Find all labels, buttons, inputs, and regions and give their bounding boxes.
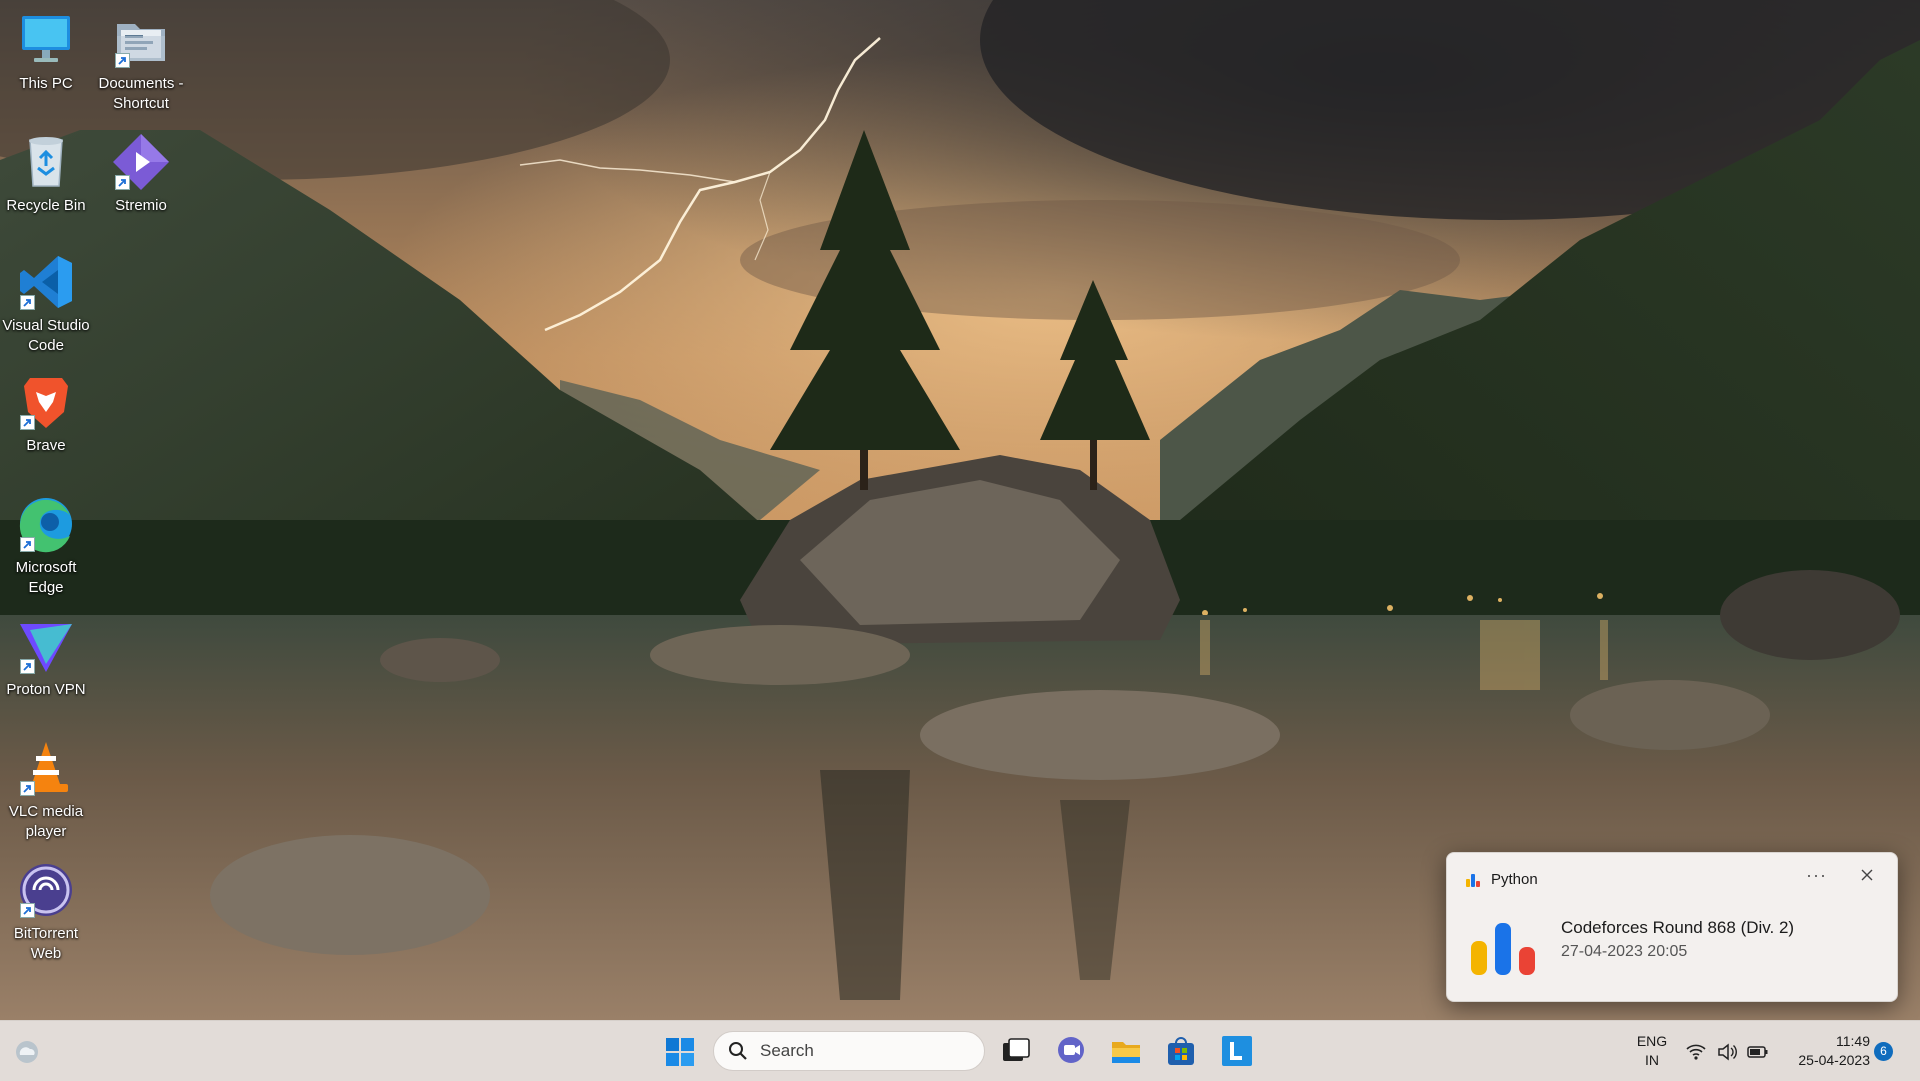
desktop-icon-proton-vpn[interactable]: Proton VPN <box>0 616 92 700</box>
windows-logo-icon <box>666 1038 694 1066</box>
vlc-icon <box>16 738 76 798</box>
brave-icon <box>16 372 76 432</box>
wifi-status-button[interactable] <box>1685 1041 1707 1063</box>
desktop-icon-label: Visual Studio Code <box>2 317 90 354</box>
folder-icon <box>111 10 171 70</box>
clock-date: 25-04-2023 <box>1798 1052 1870 1068</box>
microsoft-store-button[interactable] <box>1165 1035 1197 1067</box>
volume-icon <box>1718 1043 1737 1061</box>
desktop-icon-label: Proton VPN <box>6 681 86 698</box>
desktop-icon-label: This PC <box>19 75 73 92</box>
desktop-icon-stremio[interactable]: Stremio <box>95 132 187 216</box>
desktop-icon-vscode[interactable]: Visual Studio Code <box>0 252 92 356</box>
widgets-button[interactable] <box>14 1039 40 1065</box>
search-placeholder: Search <box>760 1041 814 1060</box>
bar-chart-logo-icon <box>1469 921 1539 982</box>
start-button[interactable] <box>665 1037 695 1067</box>
desktop-icon-label: Brave <box>26 437 66 454</box>
battery-button[interactable] <box>1747 1041 1769 1063</box>
desktop-icon-label: Stremio <box>115 197 167 214</box>
input-language-indicator[interactable]: ENG IN <box>1632 1032 1672 1070</box>
desktop-icon-brave[interactable]: Brave <box>0 372 92 456</box>
desktop-icon-label: BitTorrent Web <box>13 925 79 962</box>
shortcut-arrow-icon <box>20 415 35 430</box>
bittorrent-icon <box>16 860 76 920</box>
desktop-icon-vlc[interactable]: VLC media player <box>0 738 92 842</box>
vscode-icon <box>16 252 76 312</box>
close-button[interactable] <box>1859 867 1875 883</box>
shortcut-arrow-icon <box>20 659 35 674</box>
teams-chat-icon <box>1058 1037 1084 1063</box>
search-box[interactable]: Search <box>713 1031 985 1071</box>
desktop-icon-microsoft-edge[interactable]: Microsoft Edge <box>0 494 92 598</box>
search-icon <box>729 1042 747 1060</box>
stremio-icon <box>111 132 171 192</box>
shortcut-arrow-icon <box>20 295 35 310</box>
shortcut-arrow-icon <box>20 781 35 796</box>
shortcut-arrow-icon <box>115 175 130 190</box>
monitor-icon <box>16 10 76 70</box>
shortcut-arrow-icon <box>20 537 35 552</box>
shortcut-arrow-icon <box>20 903 35 918</box>
file-explorer-icon <box>1112 1042 1140 1063</box>
shortcut-arrow-icon <box>115 53 130 68</box>
desktop-icon-recycle-bin[interactable]: Recycle Bin <box>0 132 92 216</box>
notification-toast[interactable]: Python ··· Codeforces Round 868 (Div. 2)… <box>1446 852 1898 1002</box>
battery-icon <box>1747 1046 1768 1058</box>
clock-time: 11:49 <box>1836 1033 1870 1049</box>
desktop-icon-label: Microsoft Edge <box>15 559 77 596</box>
microsoft-store-icon <box>1168 1037 1194 1065</box>
notification-count-badge[interactable]: 6 <box>1874 1042 1893 1061</box>
desktop-icon-label: Recycle Bin <box>6 197 86 214</box>
toast-app-name: Python <box>1491 871 1538 888</box>
launcher-icon <box>1222 1036 1252 1066</box>
desktop-icon-bittorrent-web[interactable]: BitTorrent Web <box>0 860 92 964</box>
wifi-icon <box>1686 1044 1706 1060</box>
close-icon <box>1861 869 1873 881</box>
clock[interactable]: 11:49 25-04-2023 <box>1780 1032 1870 1070</box>
bar-chart-icon <box>1466 873 1480 887</box>
desktop-icon-documents-shortcut[interactable]: Documents - Shortcut <box>95 10 187 114</box>
desktop-icon-label: Documents - Shortcut <box>98 75 184 112</box>
toast-app-header: Python <box>1465 871 1538 888</box>
toast-title: Codeforces Round 868 (Div. 2) <box>1561 918 1795 937</box>
language-region: IN <box>1645 1052 1659 1068</box>
protonvpn-icon <box>16 616 76 676</box>
launcher-button[interactable] <box>1221 1035 1253 1067</box>
taskbar: Search ENG IN 11:49 25-04-2023 6 <box>0 1020 1920 1081</box>
task-view-icon <box>1003 1038 1030 1061</box>
recycle-bin-icon <box>16 132 76 192</box>
task-view-button[interactable] <box>1000 1035 1032 1067</box>
desktop-icon-this-pc[interactable]: This PC <box>0 10 92 94</box>
file-explorer-button[interactable] <box>1110 1035 1142 1067</box>
teams-chat-button[interactable] <box>1055 1035 1087 1067</box>
desktop-icon-label: VLC media player <box>8 803 84 840</box>
volume-button[interactable] <box>1716 1041 1738 1063</box>
edge-icon <box>16 494 76 554</box>
language-code: ENG <box>1636 1033 1668 1049</box>
toast-subtitle: 27-04-2023 20:05 <box>1561 943 1688 960</box>
more-options-button[interactable]: ··· <box>1806 865 1827 886</box>
weather-widget-icon <box>16 1041 38 1063</box>
